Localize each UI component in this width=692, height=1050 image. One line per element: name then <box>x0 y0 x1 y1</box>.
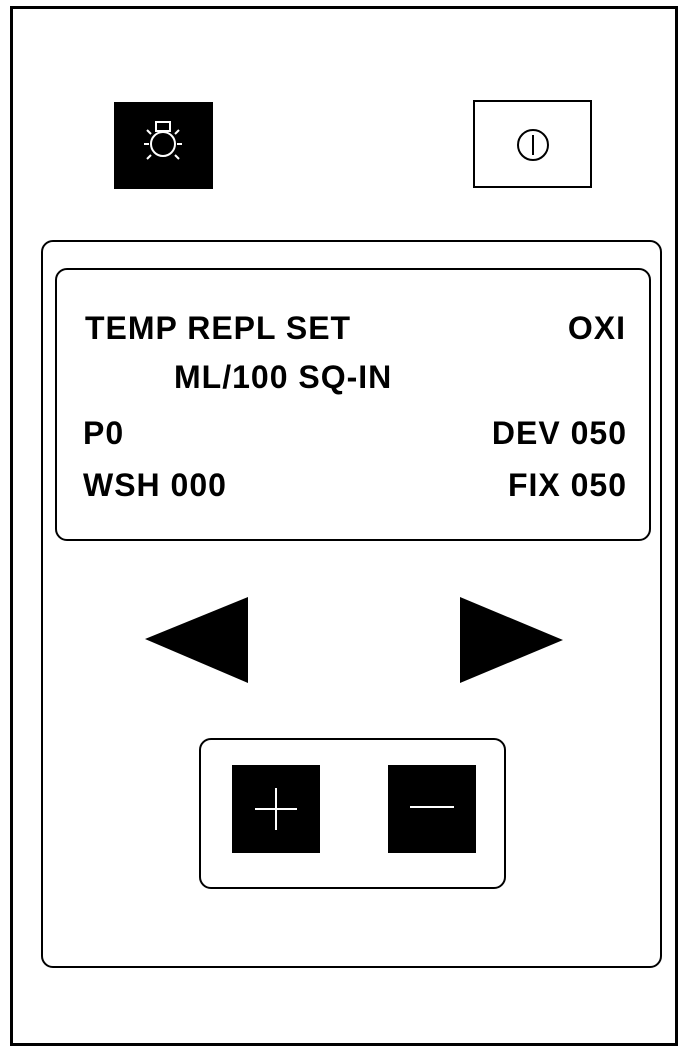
minus-icon <box>410 806 454 808</box>
right-arrow-icon <box>460 597 563 683</box>
display-line3-left: P0 <box>83 415 125 451</box>
power-button[interactable] <box>473 100 592 188</box>
display-line4-left: WSH 000 <box>83 467 227 503</box>
display-line2: ML/100 SQ-IN <box>174 359 393 395</box>
power-icon <box>517 129 549 161</box>
display-line1-right: OXI <box>567 310 626 346</box>
left-arrow-icon <box>145 597 248 683</box>
plus-button[interactable] <box>232 765 320 853</box>
display-line1-left: TEMP REPL SET <box>85 310 352 346</box>
display-line3-right: DEV 050 <box>491 415 627 451</box>
left-arrow-button[interactable] <box>145 597 250 685</box>
right-arrow-button[interactable] <box>459 597 564 685</box>
plus-icon <box>255 788 297 830</box>
minus-button[interactable] <box>388 765 476 853</box>
display-line4-right: FIX 050 <box>507 467 627 503</box>
light-button[interactable] <box>114 102 213 189</box>
light-bulb-icon <box>144 121 182 160</box>
